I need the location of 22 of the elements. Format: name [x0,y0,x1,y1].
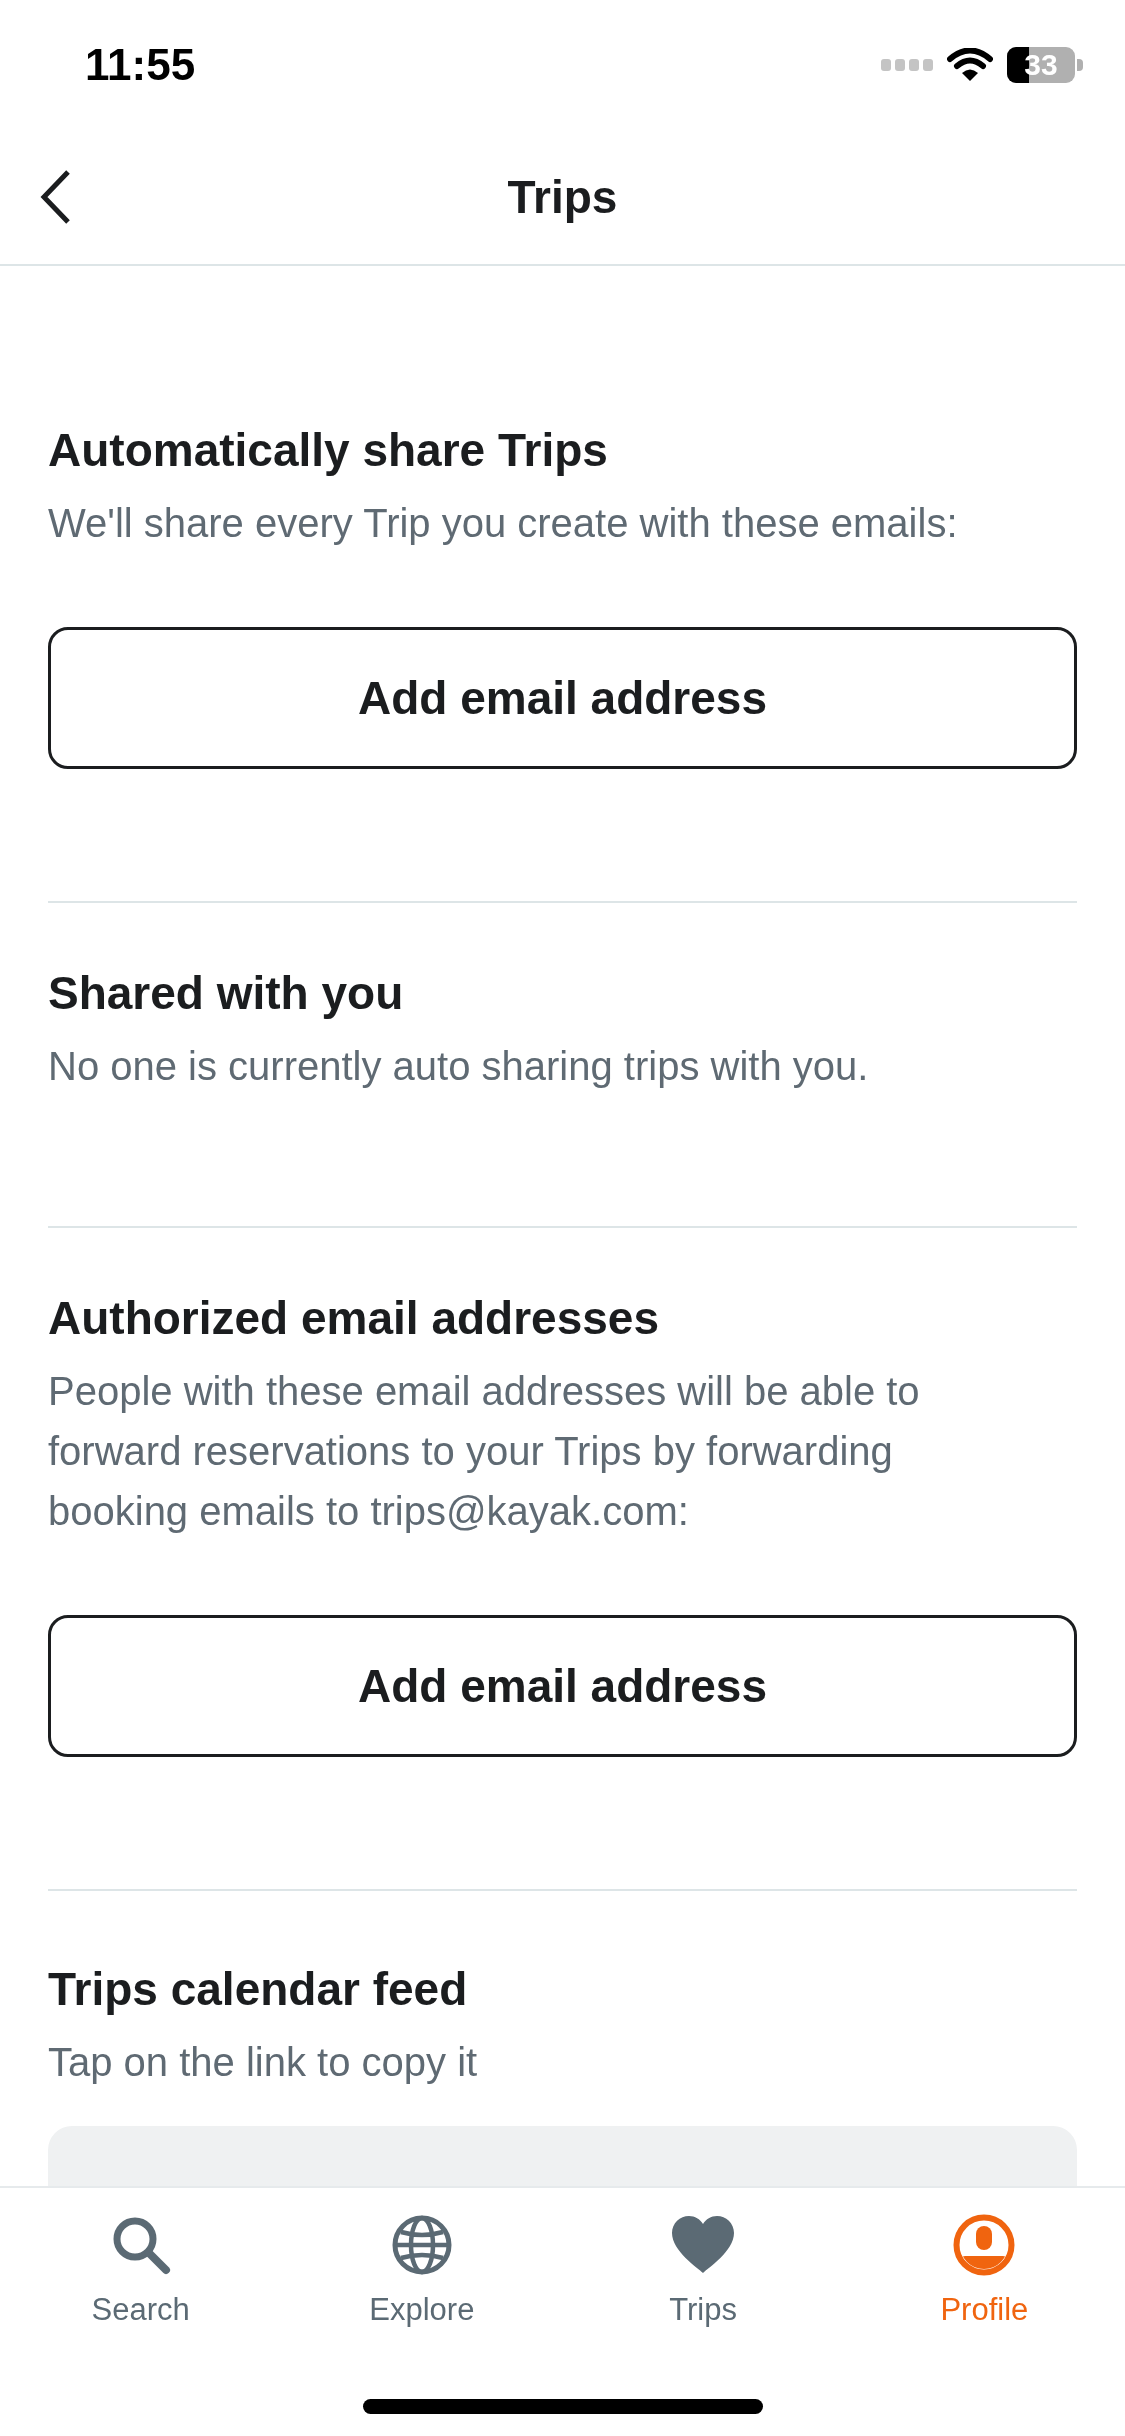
section-heading: Shared with you [48,967,405,1019]
back-chevron-icon [39,169,71,225]
tab-bar-item[interactable]: Explore [281,2212,563,2328]
wifi-icon [947,48,993,82]
section-description: People with these email addresses will be able to forward reservations to your Trips by forwarding booking emails to trips@kayak.com: [48,1368,921,1535]
section-heading: Trips calendar feed [48,1963,469,2015]
section-heading: Authorized email addresses [48,1292,660,1344]
add-email-button[interactable]: Add email address [48,1615,1077,1757]
section-description: Tap on the link to copy it [48,2039,479,2086]
signal-icon [881,58,933,72]
tab-bar-item[interactable]: Trips [562,2212,844,2328]
globe-icon [390,2214,453,2276]
status-time: 11:55 [85,43,196,87]
tab-bar-item[interactable]: Search [0,2212,282,2328]
section-heading: Automatically share Trips [48,424,609,476]
page-title: Trips [507,169,618,225]
section-description: No one is currently auto sharing trips with you. [48,1043,870,1090]
profile-icon [953,2214,1016,2276]
tab-bar-item[interactable]: Profile [843,2212,1125,2328]
heart-icon [670,2215,737,2275]
section-description: We'll share every Trip you create with these emails: [48,500,959,547]
add-email-button[interactable]: Add email address [48,627,1077,769]
